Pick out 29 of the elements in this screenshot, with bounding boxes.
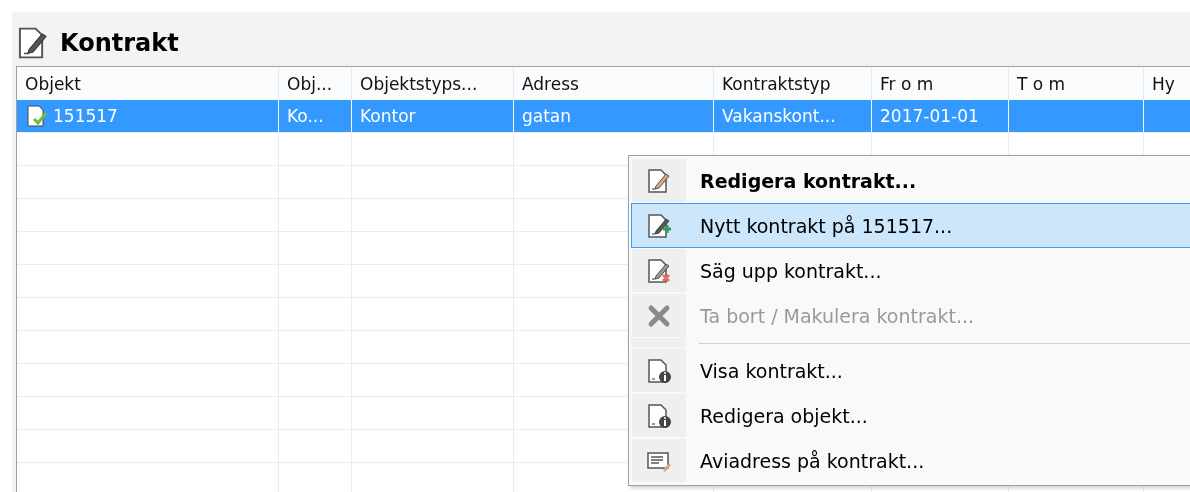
column-header[interactable]: Obj... [279, 67, 352, 100]
column-header[interactable]: Fr o m [872, 67, 1009, 100]
document-plus-icon [646, 212, 672, 239]
document-pencil-icon [16, 26, 50, 60]
table-cell: 151517 [17, 100, 279, 133]
menu-item[interactable]: Aviadress på kontrakt... [631, 438, 1190, 483]
menu-item[interactable]: Visa kontrakt... [631, 348, 1190, 393]
column-header[interactable]: Kontraktstyp [714, 67, 872, 100]
menu-item[interactable]: Redigera objekt... [631, 393, 1190, 438]
column-header[interactable]: T o m [1009, 67, 1144, 100]
table-cell: Vakanskont... [714, 100, 872, 133]
document-check-icon [25, 104, 49, 128]
column-header[interactable]: Adress [514, 67, 714, 100]
menu-item[interactable]: Nytt kontrakt på 151517... [631, 203, 1190, 248]
table-cell: Kontor [352, 100, 514, 133]
table-cell: Ko... [279, 100, 352, 133]
table-cell: gatan [514, 100, 714, 133]
document-info-icon [646, 357, 672, 384]
document-info-icon [646, 402, 672, 429]
column-header[interactable]: Objekt [17, 67, 279, 100]
menu-item[interactable]: Redigera kontrakt... [631, 158, 1190, 203]
document-pencil-icon [646, 167, 672, 194]
delete-icon [647, 303, 671, 328]
column-header[interactable]: Objektstyps... [352, 67, 514, 100]
column-header[interactable]: Hy [1144, 67, 1190, 100]
table-cell: 2017-01-01 [872, 100, 1009, 133]
document-cross-icon [646, 257, 672, 284]
menu-item[interactable]: Säg upp kontrakt... [631, 248, 1190, 293]
panel-title: Kontrakt [60, 29, 179, 57]
